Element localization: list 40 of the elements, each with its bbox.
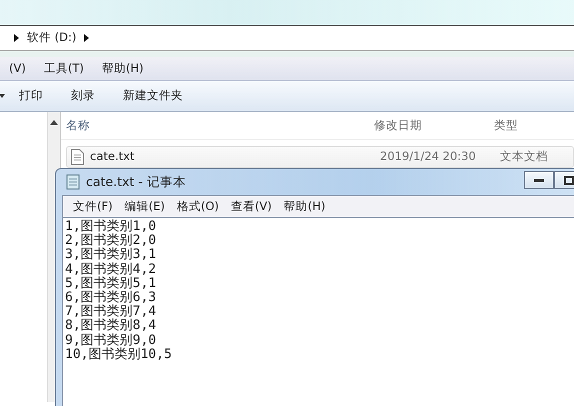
- toolbar-button[interactable]: 刻录: [57, 87, 109, 105]
- menu-item[interactable]: 工具(T): [34, 60, 93, 78]
- toolbar-button[interactable]: 新建文件夹: [109, 87, 197, 105]
- text-line: 4,图书类别4,2: [65, 262, 156, 277]
- text-line: 7,图书类别7,4: [65, 305, 156, 320]
- text-line: 1,图书类别1,0: [65, 220, 156, 234]
- text-line: 3,图书类别3,1: [65, 248, 156, 262]
- text-line: 8,图书类别8,4: [65, 319, 156, 334]
- text-line: 10,图书类别10,5: [65, 348, 172, 362]
- text-line: 2,图书类别2,0: [65, 234, 156, 248]
- text-line: 6,图书类别6,3: [65, 291, 156, 306]
- breadcrumb-arrow-icon[interactable]: [14, 34, 19, 42]
- menu-item[interactable]: 文件(F): [67, 198, 119, 216]
- maximize-icon: [564, 176, 574, 184]
- menu-item[interactable]: 查看(V): [224, 198, 278, 216]
- column-header[interactable]: 类型: [494, 118, 518, 132]
- file-row[interactable]: cate.txt 2019/1/24 20:30 文本文档: [66, 146, 574, 168]
- toolbar-button[interactable]: 打印: [5, 87, 57, 105]
- scroll-up-arrow-icon[interactable]: [50, 120, 58, 125]
- window-title: cate.txt - 记事本: [86, 172, 186, 191]
- minimize-button[interactable]: [524, 171, 554, 189]
- file-type: 文本文档: [500, 149, 548, 164]
- text-line: 5,图书类别5,1: [65, 276, 156, 291]
- menu-item[interactable]: 帮助(H): [278, 198, 332, 216]
- breadcrumb-item[interactable]: 软件 (D:): [27, 29, 76, 47]
- menu-item[interactable]: 编辑(E): [118, 198, 171, 216]
- minimize-icon: [534, 178, 544, 182]
- modified-date: 2019/1/24 20:30: [380, 149, 476, 164]
- column-header[interactable]: 修改日期: [374, 118, 422, 132]
- column-header[interactable]: 名称: [66, 116, 90, 134]
- notepad-icon: [66, 174, 80, 190]
- dropdown-caret-icon[interactable]: [0, 94, 5, 98]
- menu-item[interactable]: 格式(O): [170, 198, 225, 216]
- text-file-icon: [71, 149, 84, 165]
- text-line: 9,图书类别9,0: [65, 334, 156, 348]
- text-area[interactable]: 1,图书类别1,0 2,图书类别2,0 3,图书类别3,1 4,图书类别4,2 5,图书类别5,1 6,图书类别6,3 7,图书类别7,4 8,图书类别8,4 9,图书类别9,0 10,图书类别10,5: [62, 217, 574, 406]
- file-name: cate.txt: [90, 148, 134, 166]
- menu-item[interactable]: 帮助(H): [92, 60, 152, 78]
- breadcrumb-arrow-icon[interactable]: [84, 34, 90, 42]
- menu-item[interactable]: (V): [0, 60, 35, 78]
